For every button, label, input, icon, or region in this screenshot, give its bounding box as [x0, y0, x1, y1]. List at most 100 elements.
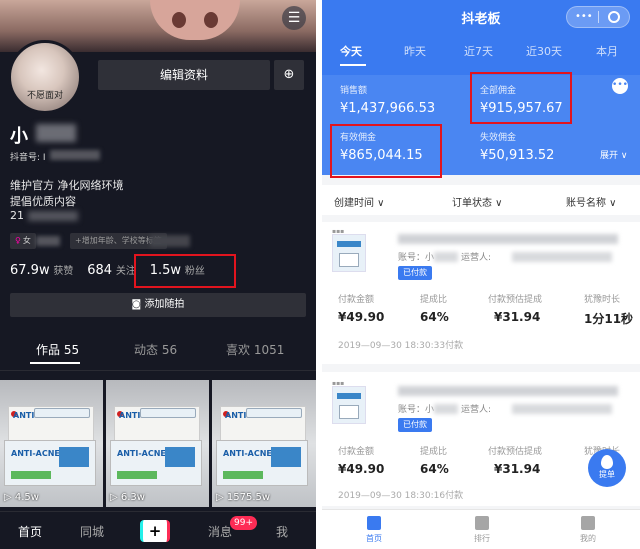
nostril — [204, 12, 218, 28]
home-icon — [367, 516, 381, 530]
nav-home[interactable]: 首页 — [344, 516, 404, 544]
sales-value: ¥1,437,966.53 — [340, 101, 436, 116]
video-thumbnail[interactable]: ANTI-ACNE ANTI-ACNE ▷ 6.3w — [106, 380, 209, 507]
add-post-label: 添加随拍 — [144, 299, 185, 310]
tab-this-month[interactable]: 本月 — [596, 43, 618, 59]
product-box-image: ANTI-ACNE — [216, 440, 308, 486]
redacted-blur — [50, 150, 100, 160]
nickname: 小 — [10, 126, 28, 147]
product-box-image: ANTI-ACNE — [110, 440, 202, 486]
redacted-blur — [36, 124, 76, 142]
payment-amount: ¥49.90 — [338, 462, 385, 476]
nav-messages[interactable]: 消息 — [208, 523, 232, 540]
filter-created-time[interactable]: 创建时间 ∨ — [334, 194, 385, 209]
col-label: 提成比 — [420, 295, 448, 305]
nav-mine[interactable]: 我的 — [558, 516, 618, 544]
filter-bar: 创建时间 ∨ 订单状态 ∨ 账号名称 ∨ — [322, 185, 640, 215]
active-tab-indicator — [30, 362, 80, 364]
nostril — [172, 12, 186, 28]
tab-yesterday[interactable]: 昨天 — [404, 43, 426, 59]
nav-city[interactable]: 同城 — [80, 523, 104, 540]
status-badge: 已付款 — [398, 418, 432, 432]
gender-tag: ♀ 女 — [10, 233, 36, 249]
order-time: 2019—09—30 18:30:33付款 — [338, 341, 464, 351]
tab-30-days[interactable]: 近30天 — [526, 43, 562, 59]
product-thumbnail — [332, 234, 366, 272]
redacted-blur — [434, 404, 458, 414]
menu-icon[interactable]: ☰ — [282, 6, 306, 30]
following-count[interactable]: 684 — [87, 263, 112, 278]
more-icon[interactable]: ••• — [612, 78, 628, 94]
video-thumbnail[interactable]: ANTI-ACNE ANTI-ACNE ▷ 1575.5w — [212, 380, 316, 507]
bottom-nav: 首页 同城 + 消息 99+ 我 — [0, 511, 316, 549]
product-thumbnail — [332, 386, 366, 424]
add-post-button[interactable]: ◙ 添加随拍 — [10, 293, 306, 317]
bottom-nav: 首页 排行 我的 — [322, 509, 640, 549]
redacted-blur — [434, 252, 458, 262]
col-label: 付款预估提成 — [488, 295, 543, 305]
more-icon[interactable]: ••• — [575, 7, 593, 27]
add-friend-icon[interactable]: ⊕ — [274, 60, 304, 90]
sales-label: 销售额 — [340, 86, 368, 96]
following-label[interactable]: 关注 — [116, 266, 136, 277]
play-icon: ▷ — [4, 492, 15, 503]
header: 抖老板 ••• 今天 昨天 近7天 近30天 本月 — [322, 0, 640, 75]
active-tab-indicator — [340, 64, 366, 66]
redacted-blur — [28, 211, 78, 221]
tab-works[interactable]: 作品 55 — [36, 341, 79, 358]
close-icon[interactable] — [608, 11, 620, 23]
play-count: ▷ 6.3w — [110, 492, 145, 503]
douyin-profile-panel: ☰ 不愿面对 编辑资料 ⊕ 小 抖音号: I 维护官方 净化网络环境 提倡优质内… — [0, 0, 316, 549]
gender-tag-label: 女 — [22, 236, 31, 245]
doulaoban-panel: 抖老板 ••• 今天 昨天 近7天 近30天 本月 销售额 ¥1,437,966… — [322, 0, 640, 549]
pig-nose-image — [150, 0, 240, 40]
bio-line: 维护官方 净化网络环境 — [10, 179, 124, 192]
col-label: 提成比 — [420, 447, 448, 457]
play-icon: ▷ — [110, 492, 121, 503]
camera-icon: ◙ — [131, 299, 145, 310]
estimated-commission: ¥31.94 — [494, 310, 541, 324]
filter-order-status[interactable]: 订单状态 ∨ — [452, 194, 503, 209]
play-icon: ▷ — [216, 492, 227, 503]
avatar[interactable]: 不愿面对 — [8, 40, 82, 114]
hesitation-time: 1分11秒 — [584, 312, 634, 326]
redacted-blur — [512, 404, 612, 414]
commission-rate: 64% — [420, 462, 449, 476]
video-thumbnail[interactable]: ANTI-ACNE ANTI-ACNE ▷ 4.5w — [0, 380, 103, 507]
col-label: 付款预估提成 — [488, 447, 543, 457]
col-label: 付款金额 — [338, 295, 375, 305]
nav-home[interactable]: 首页 — [18, 523, 42, 540]
submit-order-label: 提单 — [599, 470, 615, 479]
miniprogram-capsule[interactable]: ••• — [566, 6, 630, 28]
create-button[interactable]: + — [140, 520, 170, 542]
edit-profile-button[interactable]: 编辑资料 — [98, 60, 270, 90]
tab-likes[interactable]: 喜欢 1051 — [226, 341, 284, 358]
valid-commission-highlight-box — [330, 124, 442, 178]
product-tube-image — [140, 408, 196, 418]
bar-chart-icon — [475, 516, 489, 530]
filter-account-name[interactable]: 账号名称 ∨ — [566, 194, 617, 209]
nav-me[interactable]: 我 — [276, 523, 288, 540]
expand-button[interactable]: 展开 ∨ — [600, 148, 627, 161]
bio-line: 21 — [10, 209, 24, 222]
messages-badge: 99+ — [230, 516, 257, 530]
flame-icon — [601, 455, 613, 469]
commission-rate: 64% — [420, 310, 449, 324]
product-tube-image — [34, 408, 90, 418]
nav-ranking[interactable]: 排行 — [452, 516, 512, 544]
female-icon: ♀ — [15, 236, 21, 245]
status-badge: 已付款 — [398, 266, 432, 280]
product-box-image: ANTI-ACNE — [4, 440, 96, 486]
tab-7-days[interactable]: 近7天 — [464, 43, 493, 59]
likes-count: 67.9w — [10, 263, 50, 278]
likes-label: 获赞 — [53, 266, 74, 277]
submit-order-button[interactable]: 提单 — [588, 449, 626, 487]
avatar-caption: 不愿面对 — [26, 91, 63, 101]
tab-dynamics[interactable]: 动态 56 — [134, 341, 177, 358]
order-card[interactable]: ▪▪▪ 账号：小 运营人: 已付款 付款金额 ¥49.90 提成比 64% 付款… — [322, 222, 640, 364]
product-tube-image — [246, 408, 302, 418]
order-card[interactable]: ▪▪▪ 账号：小 运营人: 已付款 付款金额 ¥49.90 提成比 64% 付款… — [322, 372, 640, 506]
tab-today[interactable]: 今天 — [340, 43, 362, 59]
bio-line: 提倡优质内容 — [10, 195, 76, 208]
redacted-blur — [398, 234, 618, 244]
